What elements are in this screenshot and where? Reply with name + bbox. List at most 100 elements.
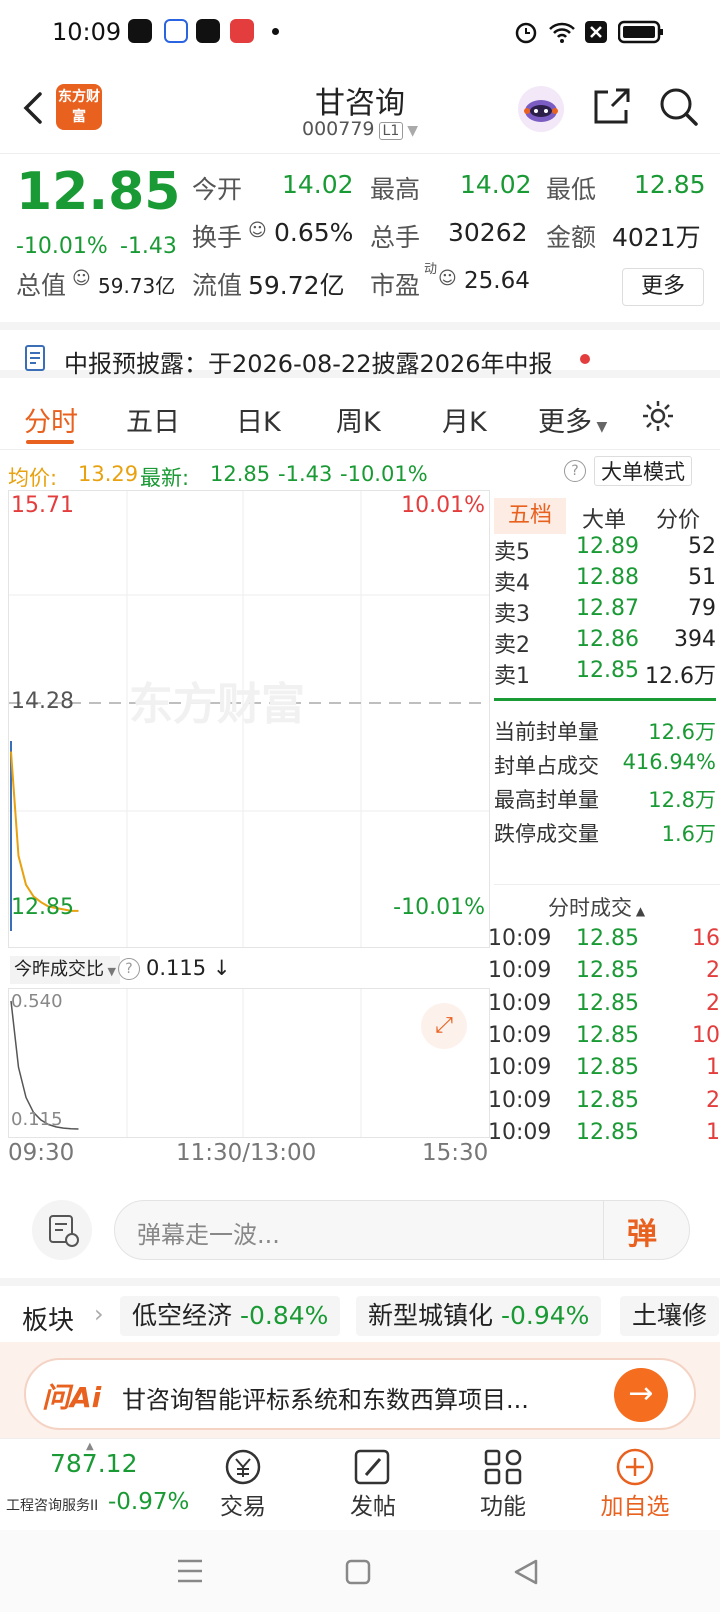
add-watchlist-label: 加自选 <box>600 1494 670 1520</box>
expand-icon[interactable]: ⤢ <box>421 1003 467 1049</box>
tick-row: 10:09 12.85 2 <box>488 990 720 1023</box>
ask-price: 12.86 <box>576 627 639 652</box>
tab-weekly-k[interactable]: 周K <box>336 400 381 439</box>
info-icon[interactable]: ☺ <box>72 268 91 289</box>
ai-robot-icon[interactable] <box>516 84 566 134</box>
float-value: 59.72亿 <box>248 271 345 300</box>
active-tab-indicator <box>26 440 74 444</box>
ask-price: 12.89 <box>576 534 639 559</box>
big-order-mode-button[interactable]: 大单模式 <box>594 456 692 486</box>
ai-question-box[interactable]: 问Ai 甘咨询智能评标系统和东数西算项目... → <box>24 1358 696 1430</box>
volume-ratio-chart[interactable]: 0.540 0.115 ⤢ <box>8 988 490 1138</box>
tab-daily-k[interactable]: 日K <box>236 400 281 439</box>
tick-price: 12.85 <box>576 1087 639 1113</box>
settings-icon[interactable] <box>640 398 676 434</box>
add-watchlist-button[interactable]: 加自选 <box>590 1447 680 1521</box>
price-line <box>10 751 79 912</box>
volume-indicator-select[interactable]: 今昨成交比 ▼ <box>10 956 120 984</box>
vol-bottom-label: 0.115 <box>11 1109 63 1130</box>
tab-intraday[interactable]: 分时 <box>24 400 78 439</box>
functions-button[interactable]: 功能 <box>458 1447 548 1521</box>
change-pct: -10.01% <box>16 234 108 259</box>
help-icon[interactable]: ? <box>564 460 586 482</box>
post-button[interactable]: 发帖 <box>328 1447 418 1521</box>
ask-volume: 79 <box>688 596 716 621</box>
stock-code: 000779 <box>301 118 375 140</box>
tab-big-order[interactable]: 大单 <box>582 502 626 534</box>
tick-volume: 1 <box>706 1119 720 1145</box>
down-arrow-icon: ↓ <box>212 956 231 980</box>
turnover-value: 0.65% <box>274 218 354 247</box>
sector-pill[interactable]: 新型城镇化 -0.94% <box>356 1296 602 1336</box>
battery-icon <box>618 20 663 44</box>
chevron-right-icon[interactable]: › <box>94 1300 104 1328</box>
tab-monthly-k[interactable]: 月K <box>442 400 487 439</box>
arrow-right-icon[interactable]: → <box>614 1368 668 1422</box>
seal-stat-row: 当前封单量 12.6万 <box>494 716 716 748</box>
tick-volume: 2 <box>706 990 720 1016</box>
ask-price: 12.87 <box>576 596 639 621</box>
tick-row: 10:09 12.85 16 <box>488 926 720 958</box>
ask-volume: 394 <box>674 627 716 652</box>
stat-value: 416.94% <box>622 750 716 774</box>
sector-index[interactable]: ▲ 787.12 工程咨询服务II -0.97% <box>0 1439 190 1529</box>
bottom-pct-label: -10.01% <box>393 895 485 920</box>
tick-volume: 10 <box>692 1022 720 1048</box>
danmu-input[interactable]: 弹幕走一波... 弹 <box>114 1200 690 1260</box>
ask-row: 卖4 12.88 51 <box>494 565 716 597</box>
ask-row: 卖1 12.85 12.6万 <box>494 658 716 690</box>
unread-dot <box>580 354 590 364</box>
tick-price: 12.85 <box>576 990 639 1016</box>
sector-pill[interactable]: 土壤修 <box>620 1296 720 1336</box>
ticks-title[interactable]: 分时成交 ▲ <box>548 892 645 922</box>
tab-five-day[interactable]: 五日 <box>126 400 180 439</box>
stat-label: 最高封单量 <box>494 788 599 812</box>
danmu-bar: 弹幕走一波... 弹 <box>0 1178 720 1270</box>
watermark: 东方财富 <box>129 679 305 730</box>
ask-price: 12.85 <box>576 658 639 683</box>
more-button[interactable]: 更多 <box>622 268 704 306</box>
ai-brand: 问Ai <box>42 1381 102 1414</box>
wifi-icon <box>549 22 575 43</box>
chevron-down-icon: ▼ <box>407 123 419 139</box>
tab-five-level[interactable]: 五档 <box>494 498 566 534</box>
seal-stat-row: 最高封单量 12.8万 <box>494 784 716 816</box>
status-time: 10:09 <box>52 18 122 46</box>
trade-button[interactable]: 交易 <box>198 1447 288 1521</box>
volume-label: 总手 <box>370 223 421 252</box>
tick-row: 10:09 12.85 2 <box>488 1087 720 1120</box>
stat-value: 1.6万 <box>661 822 716 846</box>
search-icon[interactable] <box>658 86 700 128</box>
tab-price-dist[interactable]: 分价 <box>656 502 700 534</box>
volume-ratio-number: 0.115 <box>146 956 207 980</box>
share-icon[interactable] <box>590 86 632 128</box>
chevron-down-icon: ▼ <box>104 965 116 978</box>
home-icon[interactable] <box>344 1558 372 1586</box>
stat-value: 12.8万 <box>648 788 716 812</box>
help-icon[interactable]: ? <box>118 958 140 980</box>
sector-pct: -0.94% <box>500 1301 590 1330</box>
notice-bar[interactable]: 中报预披露：于2026-08-22披露2026年中报 <box>0 322 720 378</box>
info-icon[interactable]: ☺ <box>438 268 457 289</box>
open-value: 14.02 <box>282 170 354 199</box>
sector-pill[interactable]: 低空经济 -0.84% <box>120 1296 341 1336</box>
system-nav-bar <box>0 1530 720 1612</box>
ask-label: 卖1 <box>494 664 530 689</box>
menu-icon[interactable] <box>176 1558 204 1584</box>
high-value: 14.02 <box>460 170 532 199</box>
back-nav-icon[interactable] <box>512 1558 540 1586</box>
vol-top-label: 0.540 <box>11 991 63 1012</box>
danmu-send-button[interactable]: 弹 <box>627 1209 657 1253</box>
ai-assistant-bar: 问Ai 甘咨询智能评标系统和东数西算项目... → <box>0 1342 720 1438</box>
bottom-action-bar: ▲ 787.12 工程咨询服务II -0.97% 交易 发帖 功能 加自选 <box>0 1438 720 1530</box>
bottom-price-label: 12.85 <box>11 895 74 920</box>
tab-more[interactable]: 更多 ▼ <box>538 400 607 439</box>
ask-label: 卖5 <box>494 540 530 565</box>
danmu-settings-icon[interactable] <box>32 1200 92 1260</box>
intraday-price-chart[interactable]: 东方财富 15.71 10.01% 14.28 12.85 -10.01% <box>8 490 490 948</box>
change-amount: -1.43 <box>120 234 177 259</box>
ticks-title-label: 分时成交 <box>548 896 632 920</box>
high-label: 最高 <box>370 175 421 204</box>
info-icon[interactable]: ☺ <box>248 220 267 241</box>
latest-label: 最新: <box>140 466 190 490</box>
